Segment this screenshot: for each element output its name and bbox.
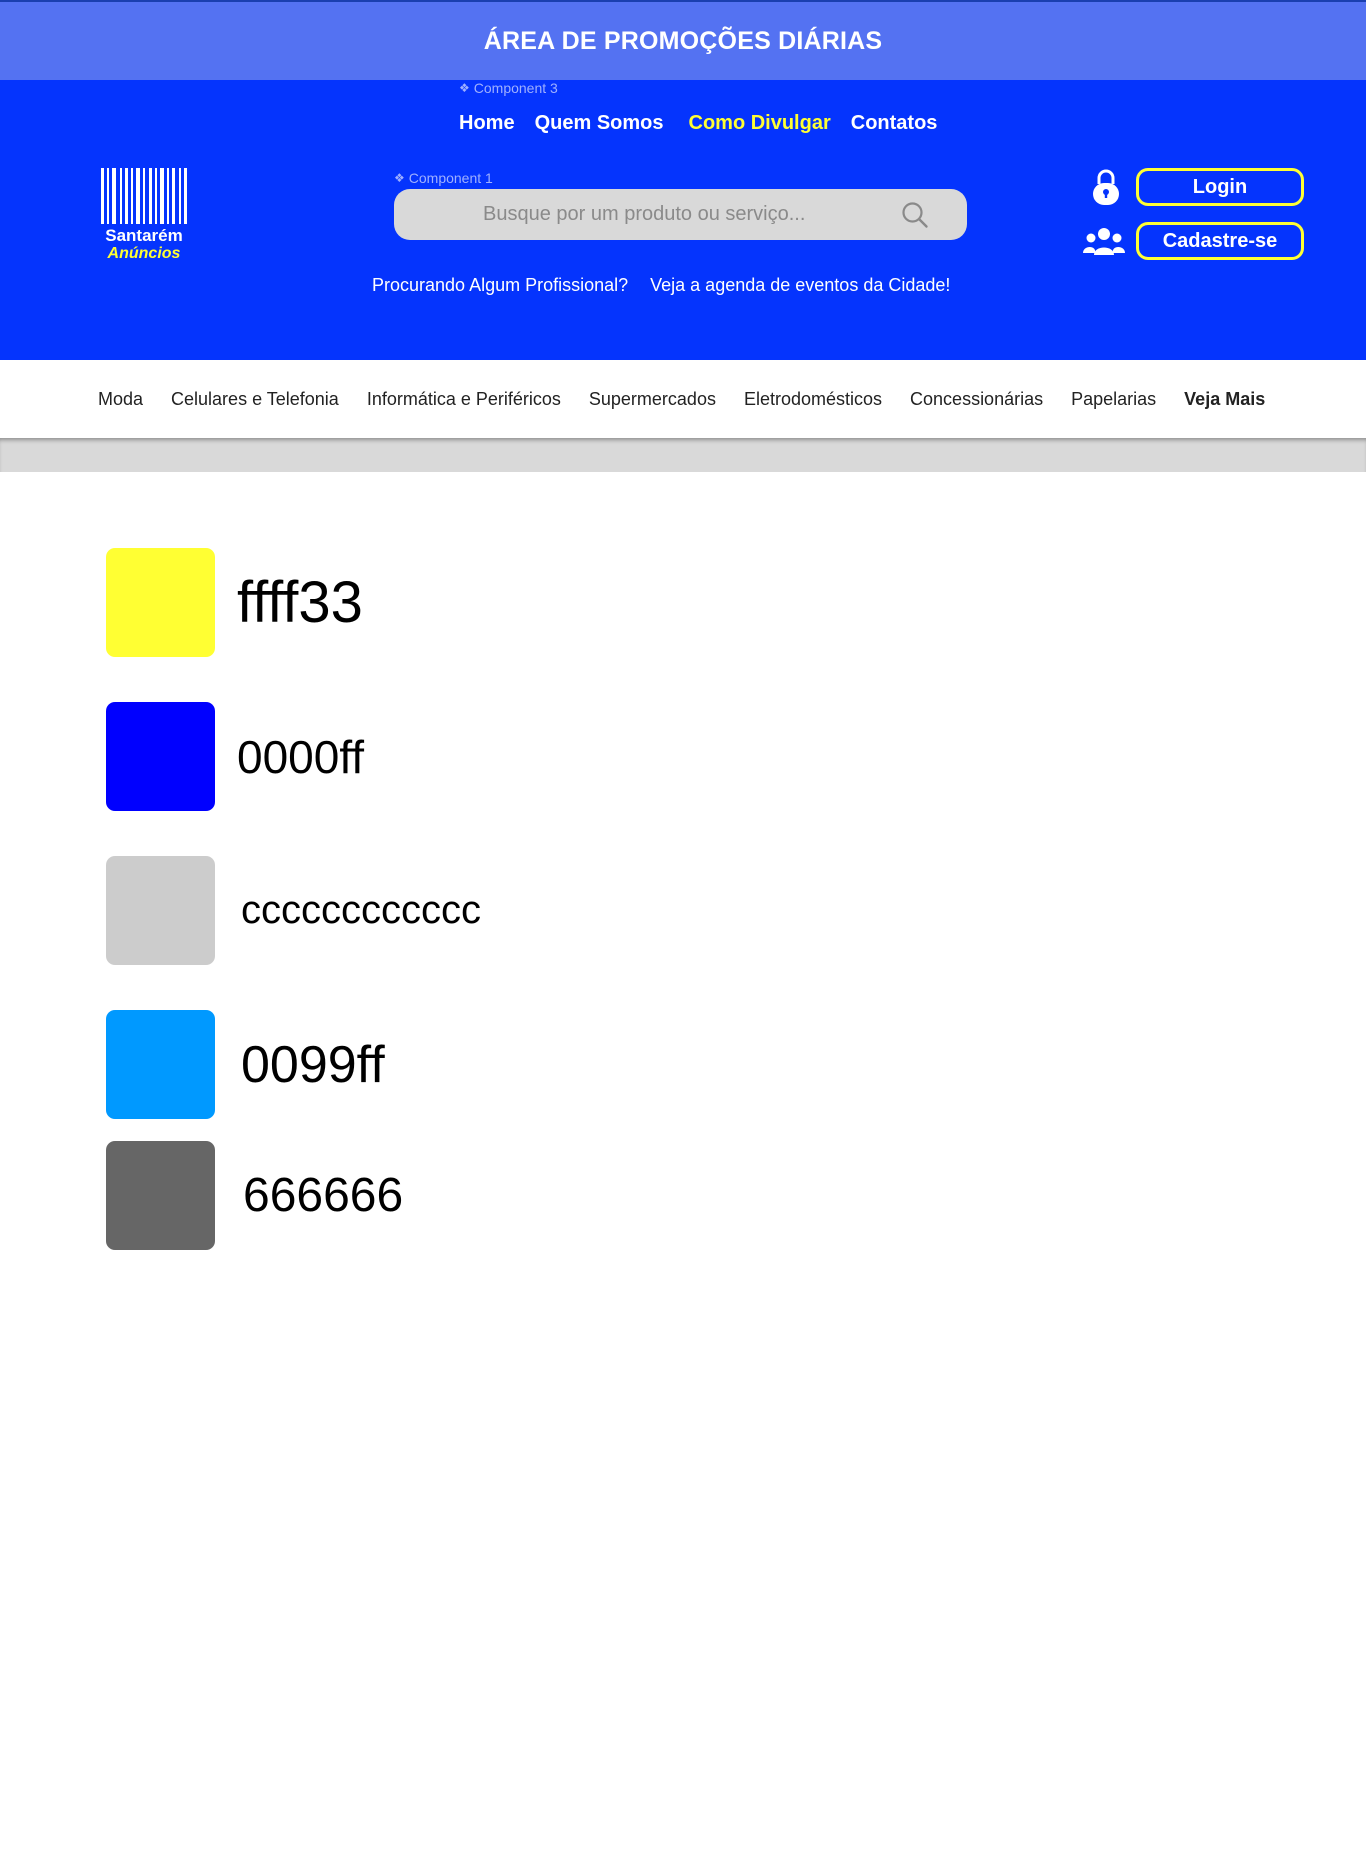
category-bar: Moda Celulares e Telefonia Informática e… <box>0 360 1366 438</box>
users-icon <box>1083 225 1125 257</box>
divider-band <box>0 438 1366 472</box>
color-label: 666666 <box>243 1169 404 1222</box>
signup-button[interactable]: Cadastre-se <box>1136 222 1304 260</box>
component-tag-search: ❖ Component 1 <box>394 170 493 186</box>
site-logo[interactable]: Santarém Anúncios <box>100 168 188 268</box>
search-bar <box>394 189 967 240</box>
palette-item: 0099ff <box>106 1010 385 1119</box>
nav-home[interactable]: Home <box>459 112 515 135</box>
link-events[interactable]: Veja a agenda de eventos da Cidade! <box>650 275 950 296</box>
component-icon: ❖ <box>394 171 405 185</box>
color-label: 0099ff <box>241 1035 385 1094</box>
palette-item: cccccccccccc <box>106 856 481 965</box>
palette-item: 666666 <box>106 1141 403 1250</box>
color-label: ffff33 <box>237 570 363 635</box>
nav-como-divulgar[interactable]: Como Divulgar <box>689 112 831 135</box>
logo-name: Santarém <box>105 226 183 245</box>
color-label: cccccccccccc <box>241 888 481 932</box>
color-swatch-light-grey <box>106 856 215 965</box>
color-swatch-sky-blue <box>106 1010 215 1119</box>
main-nav: Home Quem Somos Como Divulgar Contatos <box>459 108 937 138</box>
lock-icon <box>1092 168 1120 206</box>
search-icon[interactable] <box>901 201 929 234</box>
promo-banner[interactable]: ÁREA DE PROMOÇÕES DIÁRIAS <box>0 0 1366 80</box>
color-swatch-yellow <box>106 548 215 657</box>
color-swatch-dark-grey <box>106 1141 215 1250</box>
category-papelarias[interactable]: Papelarias <box>1071 389 1156 410</box>
login-row: Login <box>1092 168 1304 206</box>
category-supermercados[interactable]: Supermercados <box>589 389 716 410</box>
category-veja-mais[interactable]: Veja Mais <box>1184 389 1265 410</box>
color-swatch-blue <box>106 702 215 811</box>
category-informatica[interactable]: Informática e Periféricos <box>367 389 561 410</box>
search-input[interactable] <box>481 202 955 227</box>
sub-links: Procurando Algum Profissional? Veja a ag… <box>372 275 950 296</box>
logo-subtitle: Anúncios <box>107 245 181 262</box>
category-concessionarias[interactable]: Concessionárias <box>910 389 1043 410</box>
link-professional[interactable]: Procurando Algum Profissional? <box>372 275 628 296</box>
component-icon: ❖ <box>459 81 470 95</box>
nav-contatos[interactable]: Contatos <box>851 112 938 135</box>
category-moda[interactable]: Moda <box>98 389 143 410</box>
category-celulares[interactable]: Celulares e Telefonia <box>171 389 339 410</box>
palette-item: 0000ff <box>106 702 364 811</box>
color-label: 0000ff <box>237 730 365 783</box>
login-button[interactable]: Login <box>1136 168 1304 206</box>
promo-title: ÁREA DE PROMOÇÕES DIÁRIAS <box>483 26 883 55</box>
site-header: ❖ Component 3 Home Quem Somos Como Divul… <box>0 80 1366 360</box>
palette-item: ffff33 <box>106 548 363 657</box>
signup-row: Cadastre-se <box>1083 222 1304 260</box>
barcode-icon <box>101 168 187 224</box>
category-eletrodomesticos[interactable]: Eletrodomésticos <box>744 389 882 410</box>
component-tag-nav: ❖ Component 3 <box>459 80 558 96</box>
nav-quem-somos[interactable]: Quem Somos <box>535 112 664 135</box>
